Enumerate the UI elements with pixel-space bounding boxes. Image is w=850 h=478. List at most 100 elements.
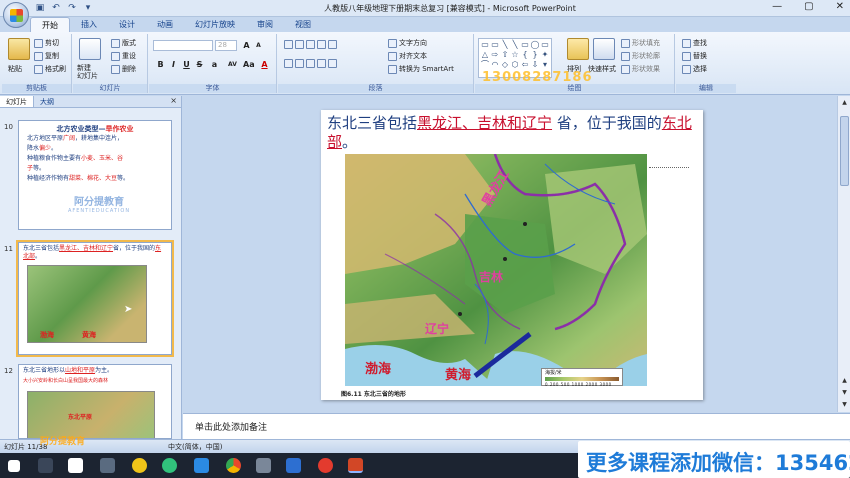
- arrange-icon[interactable]: [567, 38, 589, 60]
- select-button[interactable]: 选择: [682, 64, 707, 74]
- replace-button[interactable]: 替换: [682, 51, 707, 61]
- shape-outline-label: 形状轮廓: [632, 52, 660, 60]
- italic-button[interactable]: I: [168, 59, 179, 70]
- scroll-thumb[interactable]: [840, 116, 849, 186]
- tab-view[interactable]: 视图: [284, 17, 322, 32]
- save-icon[interactable]: ▣: [34, 2, 46, 14]
- new-slide-button[interactable]: 新建 幻灯片: [77, 64, 98, 80]
- undo-icon[interactable]: ↶: [50, 2, 62, 14]
- strike-button[interactable]: S: [194, 59, 205, 70]
- bold-button[interactable]: B: [155, 59, 166, 70]
- next-slide-icon[interactable]: ▼: [840, 388, 849, 397]
- slide-thumbnail-11[interactable]: 东北三省包括黑龙江、吉林和辽宁省，位于我国的东北部。 渤海 黄海 ➤: [16, 240, 174, 357]
- scroll-up-icon[interactable]: ▲: [840, 98, 849, 107]
- layout-button[interactable]: 版式: [111, 38, 136, 48]
- wechat-icon[interactable]: [162, 458, 177, 473]
- copy-button[interactable]: 复制: [34, 51, 59, 61]
- shrink-font-button[interactable]: A: [253, 40, 264, 51]
- scroll-down-icon[interactable]: ▼: [840, 400, 849, 409]
- shape-effects-button[interactable]: 形状效果: [621, 64, 660, 74]
- find-button[interactable]: 查找: [682, 38, 707, 48]
- start-icon[interactable]: [8, 460, 20, 472]
- shape-hex-icon[interactable]: ⬡: [510, 60, 520, 70]
- app-icon[interactable]: [318, 458, 333, 473]
- tab-outline-panel[interactable]: 大纲: [34, 96, 60, 107]
- task-view-icon[interactable]: [38, 458, 53, 473]
- vertical-scrollbar[interactable]: ▲ ▲ ▼ ▼: [837, 96, 850, 412]
- shape-rect-icon[interactable]: ▭: [490, 40, 500, 50]
- char-spacing-button[interactable]: AV: [227, 59, 238, 70]
- slide-canvas[interactable]: 东北三省包括黑龙江、吉林和辽宁 省，位于我国的东北部。 黑龙江 吉林 辽宁 渤海…: [321, 110, 703, 400]
- shape-more-icon[interactable]: ▾: [540, 60, 550, 70]
- slide-title-textbox[interactable]: 东北三省包括黑龙江、吉林和辽宁 省，位于我国的东北部。: [327, 114, 699, 152]
- tab-slides-panel[interactable]: 幻灯片: [0, 96, 34, 107]
- powerpoint-icon[interactable]: [348, 458, 363, 473]
- text-direction-button[interactable]: 文字方向: [388, 38, 427, 48]
- shape-outline-button[interactable]: 形状轮廓: [621, 51, 660, 61]
- change-case-button[interactable]: Aa: [243, 59, 255, 70]
- slide-thumbnail-10[interactable]: 北方农业类型—旱作农业 北方地区平原广阔，耕地集中连片， 降水偏少。 种植粮食作…: [18, 120, 172, 230]
- shape-curve-icon[interactable]: ⌒: [480, 60, 490, 70]
- app-icon[interactable]: [194, 458, 209, 473]
- delete-slide-button[interactable]: 删除: [111, 64, 136, 74]
- qat-dropdown-icon[interactable]: ▾: [82, 2, 94, 14]
- app-icon[interactable]: [68, 458, 83, 473]
- notes-pane[interactable]: 单击此处添加备注: [183, 413, 850, 439]
- app-icon[interactable]: [256, 458, 271, 473]
- shape-rect-icon[interactable]: ▭: [480, 40, 490, 50]
- reset-button[interactable]: 重设: [111, 51, 136, 61]
- align-text-button[interactable]: 对齐文本: [388, 51, 427, 61]
- shape-line-icon[interactable]: ╲: [500, 40, 510, 50]
- tab-animation[interactable]: 动画: [146, 17, 184, 32]
- replace-icon: [682, 51, 691, 61]
- app-icon[interactable]: [100, 458, 115, 473]
- close-button[interactable]: ✕: [836, 1, 844, 12]
- shape-brace-icon[interactable]: }: [530, 50, 540, 60]
- underline-button[interactable]: U: [181, 59, 192, 70]
- minimize-button[interactable]: —: [772, 1, 782, 12]
- shape-rect-icon[interactable]: ▭: [540, 40, 550, 50]
- office-button[interactable]: [3, 2, 29, 28]
- font-name-field[interactable]: [153, 40, 213, 51]
- format-painter-button[interactable]: 格式刷: [34, 64, 66, 74]
- redo-icon[interactable]: ↷: [66, 2, 78, 14]
- smartart-button[interactable]: 转换为 SmartArt: [388, 64, 454, 74]
- shape-star-icon[interactable]: ✦: [540, 50, 550, 60]
- panel-close-icon[interactable]: ×: [170, 96, 181, 107]
- paste-icon[interactable]: [8, 38, 30, 60]
- shape-line-icon[interactable]: ╲: [510, 40, 520, 50]
- shape-arrow-icon[interactable]: ⇨: [490, 50, 500, 60]
- bullets-button[interactable]: [284, 40, 337, 49]
- align-buttons[interactable]: [284, 59, 337, 68]
- shadow-button[interactable]: a: [209, 59, 220, 70]
- shape-diamond-icon[interactable]: ◇: [500, 60, 510, 70]
- cut-button[interactable]: 剪切: [34, 38, 59, 48]
- font-size-field[interactable]: 28: [215, 40, 237, 51]
- grow-font-button[interactable]: A: [241, 40, 252, 51]
- shape-triangle-icon[interactable]: △: [480, 50, 490, 60]
- shape-fill-button[interactable]: 形状填充: [621, 38, 660, 48]
- tab-design[interactable]: 设计: [108, 17, 146, 32]
- app-icon[interactable]: [286, 458, 301, 473]
- quick-styles-icon[interactable]: [593, 38, 615, 60]
- shape-rect-icon[interactable]: ▭: [520, 40, 530, 50]
- shape-star-icon[interactable]: ☆: [510, 50, 520, 60]
- slide-thumbnail-12[interactable]: 东北三省地形以山地和平原为主。 大小兴安岭和长白山呈我国最大的森林 东北平原: [18, 364, 172, 439]
- new-slide-icon[interactable]: [79, 38, 101, 60]
- shape-arrow-icon[interactable]: ⇩: [530, 60, 540, 70]
- shape-arrow-icon[interactable]: ⇦: [520, 60, 530, 70]
- chrome-icon[interactable]: [226, 458, 241, 473]
- shape-arc-icon[interactable]: ◠: [490, 60, 500, 70]
- paste-button[interactable]: 粘贴: [8, 64, 22, 74]
- tab-insert[interactable]: 插入: [70, 17, 108, 32]
- shape-brace-icon[interactable]: {: [520, 50, 530, 60]
- prev-slide-icon[interactable]: ▲: [840, 376, 849, 385]
- tab-review[interactable]: 审阅: [246, 17, 284, 32]
- font-color-button[interactable]: A: [259, 59, 270, 70]
- qq-icon[interactable]: [132, 458, 147, 473]
- shape-arrow-icon[interactable]: ⇧: [500, 50, 510, 60]
- tab-home[interactable]: 开始: [30, 17, 70, 32]
- maximize-button[interactable]: ▢: [804, 1, 813, 12]
- tab-slideshow[interactable]: 幻灯片放映: [184, 17, 246, 32]
- shape-oval-icon[interactable]: ◯: [530, 40, 540, 50]
